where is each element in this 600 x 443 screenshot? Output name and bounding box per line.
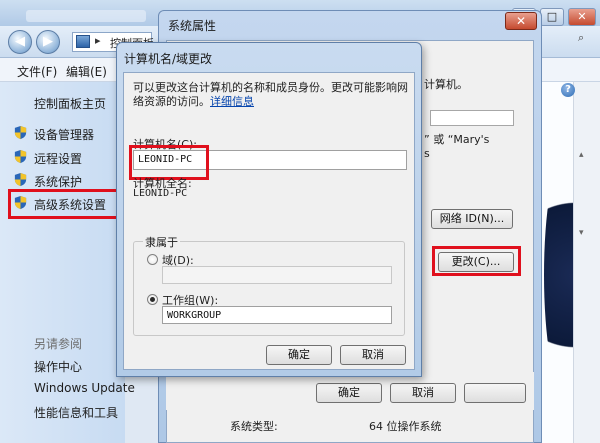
breadcrumb-chevron-icon: ▸ (95, 34, 101, 47)
domain-radio[interactable] (147, 254, 158, 265)
see-also-heading: 另请参阅 (34, 337, 83, 351)
details-link[interactable]: 详细信息 (210, 95, 254, 108)
dialog-ok-button[interactable]: 确定 (266, 345, 332, 365)
network-id-button[interactable]: 网络 ID(N)... (431, 209, 513, 229)
sidebar-item-system-protection[interactable]: 系统保护 (34, 173, 82, 190)
dialog-title: 计算机名/域更改 (124, 52, 213, 66)
system-type-label: 系统类型: (230, 420, 278, 433)
highlight-change-button (432, 246, 521, 276)
dialog-description-text: 络资源的访问。 (133, 95, 210, 108)
forward-button[interactable]: ▶ (36, 30, 60, 54)
computer-description-field[interactable] (430, 110, 514, 126)
sidebar-item-device-manager[interactable]: 设备管理器 (34, 126, 94, 143)
menu-file[interactable]: 文件(F) (17, 63, 57, 80)
back-button[interactable]: ◀ (8, 30, 32, 54)
system-properties-cancel-button[interactable]: 取消 (390, 383, 456, 403)
scroll-up-icon[interactable]: ▴ (579, 150, 584, 160)
menu-edit[interactable]: 编辑(E) (66, 63, 107, 80)
close-icon[interactable]: ✕ (568, 8, 596, 26)
system-properties-ok-button[interactable]: 确定 (316, 383, 382, 403)
sidebar-control-panel-home[interactable]: 控制面板主页 (34, 95, 106, 112)
search-icon: ⌕ (578, 31, 585, 44)
system-properties-text-3: s (424, 147, 430, 160)
domain-input[interactable] (162, 266, 392, 284)
scrollbar[interactable] (573, 82, 600, 443)
see-also-action-center[interactable]: 操作中心 (34, 358, 82, 375)
system-type-value: 64 位操作系统 (369, 420, 442, 433)
dialog-cancel-button[interactable]: 取消 (340, 345, 406, 365)
sidebar-item-remote-settings[interactable]: 远程设置 (34, 150, 82, 167)
see-also-performance-tools[interactable]: 性能信息和工具 (34, 404, 118, 421)
system-properties-text-1: 计算机。 (424, 78, 468, 91)
system-properties-close-icon[interactable]: ✕ (505, 12, 537, 30)
help-icon[interactable]: ? (561, 83, 575, 97)
dialog-description-line-2: 络资源的访问。详细信息 (133, 93, 254, 109)
shield-icon (14, 172, 27, 187)
member-of-label: 隶属于 (143, 234, 180, 250)
shield-icon (14, 125, 27, 140)
system-properties-title: 系统属性 (168, 19, 217, 33)
workgroup-radio[interactable] (147, 294, 158, 305)
control-panel-icon (76, 35, 90, 48)
shield-icon (14, 149, 27, 164)
full-computer-name-value: LEONID-PC (133, 188, 188, 199)
system-properties-text-2: ” 或 “Mary's (424, 133, 490, 146)
maximize-button[interactable]: □ (540, 8, 564, 26)
highlight-advanced-settings (8, 189, 120, 219)
system-properties-apply-button[interactable] (464, 383, 526, 403)
scroll-down-icon[interactable]: ▾ (579, 228, 584, 238)
window-title-blur (26, 10, 146, 22)
see-also-windows-update[interactable]: Windows Update (34, 381, 135, 395)
workgroup-input[interactable]: WORKGROUP (162, 306, 392, 324)
